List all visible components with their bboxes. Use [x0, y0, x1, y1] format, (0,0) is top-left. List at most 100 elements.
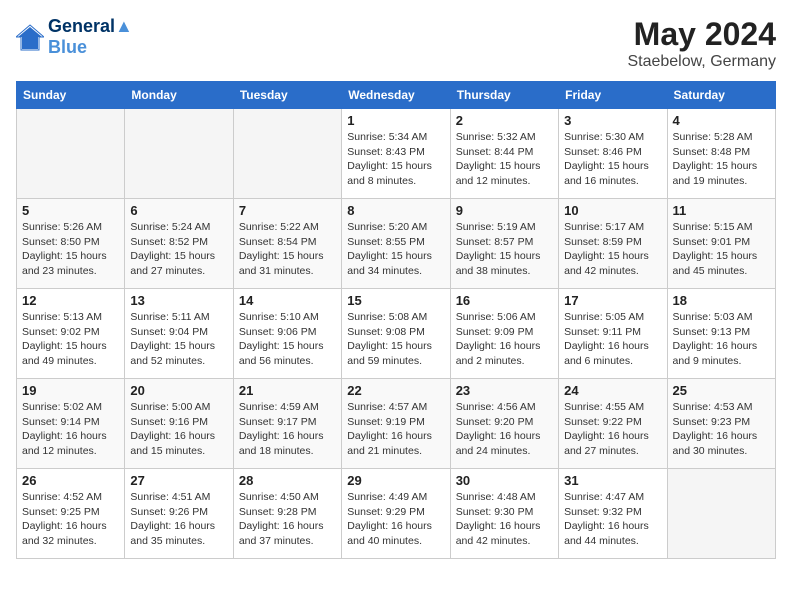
day-number: 15 — [347, 293, 444, 308]
day-info: Sunrise: 4:50 AM Sunset: 9:28 PM Dayligh… — [239, 490, 336, 549]
day-number: 17 — [564, 293, 661, 308]
calendar-cell: 12 Sunrise: 5:13 AM Sunset: 9:02 PM Dayli… — [17, 289, 125, 379]
day-info: Sunrise: 5:15 AM Sunset: 9:01 PM Dayligh… — [673, 220, 770, 279]
day-info: Sunrise: 5:24 AM Sunset: 8:52 PM Dayligh… — [130, 220, 227, 279]
calendar-cell: 30 Sunrise: 4:48 AM Sunset: 9:30 PM Dayli… — [450, 469, 558, 559]
day-info: Sunrise: 5:28 AM Sunset: 8:48 PM Dayligh… — [673, 130, 770, 189]
day-info: Sunrise: 5:26 AM Sunset: 8:50 PM Dayligh… — [22, 220, 119, 279]
day-number: 11 — [673, 203, 770, 218]
weekday-header: Friday — [559, 82, 667, 109]
calendar-cell: 15Sunrise: 5:08 AM Sunset: 9:08 PM Dayli… — [342, 289, 450, 379]
calendar-cell: 19 Sunrise: 5:02 AM Sunset: 9:14 PM Dayli… — [17, 379, 125, 469]
calendar-cell: 8 Sunrise: 5:20 AM Sunset: 8:55 PM Daylig… — [342, 199, 450, 289]
calendar-cell: 16Sunrise: 5:06 AM Sunset: 9:09 PM Dayli… — [450, 289, 558, 379]
calendar-cell: 3Sunrise: 5:30 AM Sunset: 8:46 PM Daylig… — [559, 109, 667, 199]
day-number: 6 — [130, 203, 227, 218]
day-number: 12 — [22, 293, 119, 308]
day-number: 23 — [456, 383, 553, 398]
day-info: Sunrise: 5:13 AM Sunset: 9:02 PM Dayligh… — [22, 310, 119, 369]
day-number: 29 — [347, 473, 444, 488]
weekday-header: Sunday — [17, 82, 125, 109]
day-info: Sunrise: 5:32 AM Sunset: 8:44 PM Dayligh… — [456, 130, 553, 189]
weekday-header-row: SundayMondayTuesdayWednesdayThursdayFrid… — [17, 82, 776, 109]
page-header: General▲ Blue May 2024 Staebelow, German… — [16, 16, 776, 71]
weekday-header: Tuesday — [233, 82, 341, 109]
day-info: Sunrise: 4:51 AM Sunset: 9:26 PM Dayligh… — [130, 490, 227, 549]
calendar-cell — [667, 469, 775, 559]
day-info: Sunrise: 5:06 AM Sunset: 9:09 PM Dayligh… — [456, 310, 553, 369]
day-number: 28 — [239, 473, 336, 488]
calendar-cell — [17, 109, 125, 199]
calendar-cell: 5Sunrise: 5:26 AM Sunset: 8:50 PM Daylig… — [17, 199, 125, 289]
day-number: 18 — [673, 293, 770, 308]
day-info: Sunrise: 4:57 AM Sunset: 9:19 PM Dayligh… — [347, 400, 444, 459]
day-number: 30 — [456, 473, 553, 488]
title-block: May 2024 Staebelow, Germany — [627, 16, 776, 71]
day-number: 22 — [347, 383, 444, 398]
day-number: 19 — [22, 383, 119, 398]
day-info: Sunrise: 5:22 AM Sunset: 8:54 PM Dayligh… — [239, 220, 336, 279]
day-info: Sunrise: 5:20 AM Sunset: 8:55 PM Dayligh… — [347, 220, 444, 279]
calendar-cell: 25 Sunrise: 4:53 AM Sunset: 9:23 PM Dayli… — [667, 379, 775, 469]
day-info: Sunrise: 5:00 AM Sunset: 9:16 PM Dayligh… — [130, 400, 227, 459]
calendar-cell: 6 Sunrise: 5:24 AM Sunset: 8:52 PM Daylig… — [125, 199, 233, 289]
calendar-table: SundayMondayTuesdayWednesdayThursdayFrid… — [16, 81, 776, 559]
calendar-week-row: 1Sunrise: 5:34 AM Sunset: 8:43 PM Daylig… — [17, 109, 776, 199]
day-number: 26 — [22, 473, 119, 488]
weekday-header: Monday — [125, 82, 233, 109]
day-number: 8 — [347, 203, 444, 218]
calendar-week-row: 26 Sunrise: 4:52 AM Sunset: 9:25 PM Dayli… — [17, 469, 776, 559]
calendar-cell — [125, 109, 233, 199]
calendar-cell: 17Sunrise: 5:05 AM Sunset: 9:11 PM Dayli… — [559, 289, 667, 379]
calendar-cell: 4 Sunrise: 5:28 AM Sunset: 8:48 PM Daylig… — [667, 109, 775, 199]
day-info: Sunrise: 5:03 AM Sunset: 9:13 PM Dayligh… — [673, 310, 770, 369]
day-info: Sunrise: 4:48 AM Sunset: 9:30 PM Dayligh… — [456, 490, 553, 549]
weekday-header: Thursday — [450, 82, 558, 109]
weekday-header: Saturday — [667, 82, 775, 109]
logo-text: General▲ Blue — [48, 16, 133, 58]
calendar-cell: 23 Sunrise: 4:56 AM Sunset: 9:20 PM Dayli… — [450, 379, 558, 469]
calendar-cell: 1Sunrise: 5:34 AM Sunset: 8:43 PM Daylig… — [342, 109, 450, 199]
day-info: Sunrise: 4:52 AM Sunset: 9:25 PM Dayligh… — [22, 490, 119, 549]
day-info: Sunrise: 5:34 AM Sunset: 8:43 PM Dayligh… — [347, 130, 444, 189]
calendar-cell: 13 Sunrise: 5:11 AM Sunset: 9:04 PM Dayli… — [125, 289, 233, 379]
day-info: Sunrise: 5:10 AM Sunset: 9:06 PM Dayligh… — [239, 310, 336, 369]
day-info: Sunrise: 4:55 AM Sunset: 9:22 PM Dayligh… — [564, 400, 661, 459]
calendar-cell: 26 Sunrise: 4:52 AM Sunset: 9:25 PM Dayli… — [17, 469, 125, 559]
day-info: Sunrise: 5:30 AM Sunset: 8:46 PM Dayligh… — [564, 130, 661, 189]
calendar-title: May 2024 — [627, 16, 776, 53]
weekday-header: Wednesday — [342, 82, 450, 109]
calendar-cell — [233, 109, 341, 199]
day-number: 14 — [239, 293, 336, 308]
calendar-cell: 18 Sunrise: 5:03 AM Sunset: 9:13 PM Dayli… — [667, 289, 775, 379]
calendar-cell: 10Sunrise: 5:17 AM Sunset: 8:59 PM Dayli… — [559, 199, 667, 289]
day-number: 13 — [130, 293, 227, 308]
calendar-cell: 14 Sunrise: 5:10 AM Sunset: 9:06 PM Dayli… — [233, 289, 341, 379]
calendar-cell: 20 Sunrise: 5:00 AM Sunset: 9:16 PM Dayli… — [125, 379, 233, 469]
day-info: Sunrise: 5:17 AM Sunset: 8:59 PM Dayligh… — [564, 220, 661, 279]
day-info: Sunrise: 5:02 AM Sunset: 9:14 PM Dayligh… — [22, 400, 119, 459]
day-info: Sunrise: 5:19 AM Sunset: 8:57 PM Dayligh… — [456, 220, 553, 279]
day-number: 4 — [673, 113, 770, 128]
day-number: 2 — [456, 113, 553, 128]
calendar-cell: 31 Sunrise: 4:47 AM Sunset: 9:32 PM Dayli… — [559, 469, 667, 559]
day-info: Sunrise: 4:49 AM Sunset: 9:29 PM Dayligh… — [347, 490, 444, 549]
day-info: Sunrise: 5:11 AM Sunset: 9:04 PM Dayligh… — [130, 310, 227, 369]
calendar-cell: 28 Sunrise: 4:50 AM Sunset: 9:28 PM Dayli… — [233, 469, 341, 559]
day-info: Sunrise: 4:53 AM Sunset: 9:23 PM Dayligh… — [673, 400, 770, 459]
day-number: 21 — [239, 383, 336, 398]
calendar-cell: 29 Sunrise: 4:49 AM Sunset: 9:29 PM Dayli… — [342, 469, 450, 559]
day-number: 7 — [239, 203, 336, 218]
day-info: Sunrise: 4:47 AM Sunset: 9:32 PM Dayligh… — [564, 490, 661, 549]
calendar-week-row: 12 Sunrise: 5:13 AM Sunset: 9:02 PM Dayli… — [17, 289, 776, 379]
logo-icon — [16, 23, 44, 51]
calendar-cell: 27Sunrise: 4:51 AM Sunset: 9:26 PM Dayli… — [125, 469, 233, 559]
calendar-week-row: 19 Sunrise: 5:02 AM Sunset: 9:14 PM Dayli… — [17, 379, 776, 469]
day-number: 25 — [673, 383, 770, 398]
day-number: 20 — [130, 383, 227, 398]
calendar-cell: 22 Sunrise: 4:57 AM Sunset: 9:19 PM Dayli… — [342, 379, 450, 469]
day-number: 31 — [564, 473, 661, 488]
day-info: Sunrise: 4:56 AM Sunset: 9:20 PM Dayligh… — [456, 400, 553, 459]
day-number: 24 — [564, 383, 661, 398]
calendar-cell: 9Sunrise: 5:19 AM Sunset: 8:57 PM Daylig… — [450, 199, 558, 289]
